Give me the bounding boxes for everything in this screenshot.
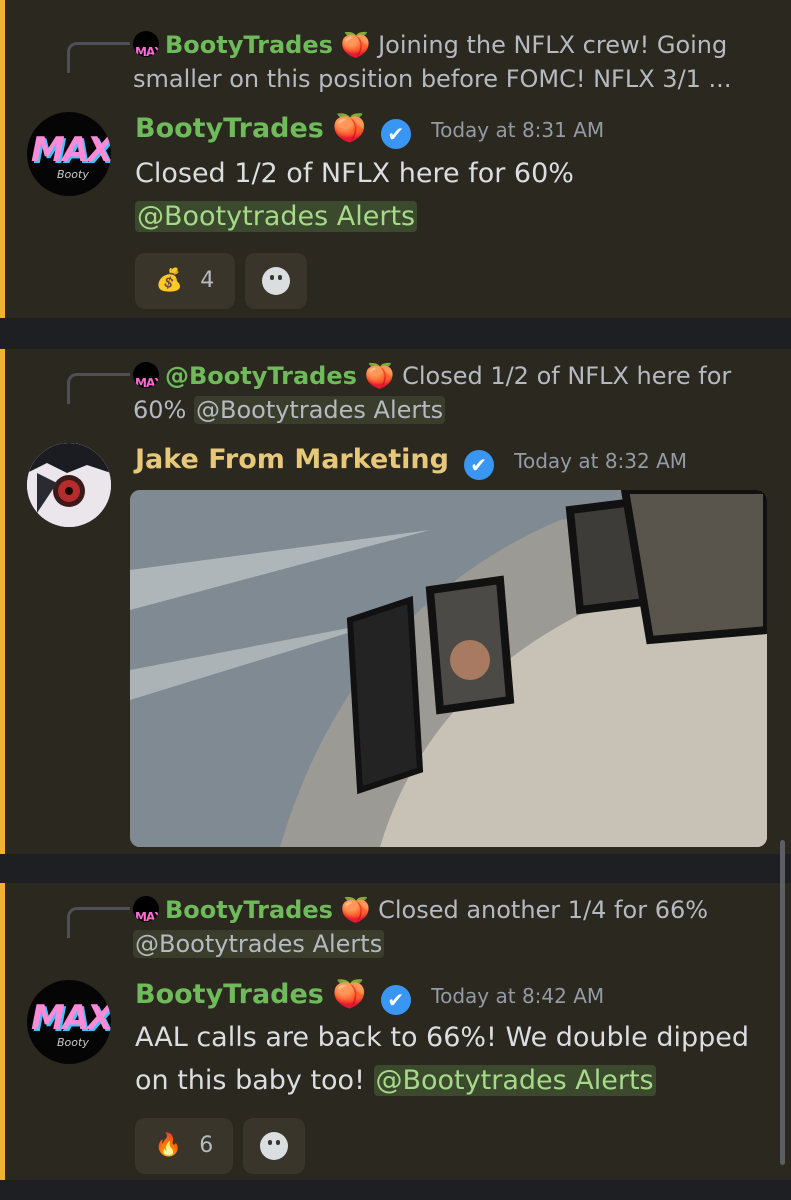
add-reaction-icon[interactable]	[243, 1118, 305, 1174]
reaction-count: 6	[199, 1133, 214, 1158]
reply-connector	[67, 373, 130, 404]
reply-author[interactable]: BootyTrades	[165, 31, 333, 59]
author-name[interactable]: Jake From Marketing	[135, 444, 449, 475]
reply-connector	[67, 42, 130, 73]
reply-emoji: 🍑	[340, 31, 371, 59]
reply-mention: @Bootytrades Alerts	[133, 930, 385, 958]
message-header: Jake From Marketing ✔ Today at 8:32 AM	[135, 443, 687, 480]
author-emoji: 🍑	[332, 979, 367, 1010]
author-emoji: 🍑	[332, 113, 367, 144]
avatar[interactable]: MAX Booty	[27, 112, 111, 196]
reaction-money-bag[interactable]: 💰 4	[135, 253, 235, 309]
timestamp: Today at 8:31 AM	[431, 118, 605, 142]
reply-preview[interactable]: MAX BootyTrades 🍑 Joining the NFLX crew! …	[133, 28, 763, 96]
avatar[interactable]	[27, 443, 111, 527]
reply-avatar: MAX	[133, 31, 159, 57]
verified-badge-icon: ✔	[380, 985, 411, 1015]
author-name[interactable]: BootyTrades	[135, 113, 324, 144]
reply-connector	[67, 907, 130, 938]
gif-attachment[interactable]	[130, 490, 767, 847]
fire-icon: 🔥	[154, 1133, 183, 1158]
reply-emoji: 🍑	[340, 896, 371, 924]
reply-preview[interactable]: MAX BootyTrades 🍑 Closed another 1/4 for …	[133, 893, 763, 961]
role-mention[interactable]: @Bootytrades Alerts	[135, 201, 418, 232]
author-name[interactable]: BootyTrades	[135, 979, 324, 1010]
reply-text: Closed another 1/4 for 66%	[378, 896, 709, 924]
reaction-fire[interactable]: 🔥 6	[135, 1118, 233, 1174]
message-header: BootyTrades 🍑 ✔ Today at 8:31 AM	[135, 112, 604, 149]
message-3[interactable]: MAX BootyTrades 🍑 Closed another 1/4 for …	[0, 883, 791, 1180]
reply-mention: @Bootytrades Alerts	[193, 396, 446, 424]
reply-text: Closed 1/2 of NFLX here for	[402, 362, 732, 390]
reply-avatar: MAX	[133, 362, 159, 388]
reaction-count: 4	[200, 268, 215, 293]
reply-avatar: MAX	[133, 896, 159, 922]
verified-badge-icon: ✔	[380, 119, 411, 149]
timestamp: Today at 8:32 AM	[514, 449, 688, 473]
message-1[interactable]: MAX BootyTrades 🍑 Joining the NFLX crew! …	[0, 0, 791, 318]
message-text: Closed 1/2 of NFLX here for 60%	[135, 158, 574, 189]
reply-emoji: 🍑	[364, 362, 395, 390]
timestamp: Today at 8:42 AM	[431, 984, 605, 1008]
reply-text-cont: 60%	[133, 396, 187, 424]
reply-author[interactable]: BootyTrades	[165, 896, 333, 924]
role-mention[interactable]: @Bootytrades Alerts	[373, 1065, 656, 1096]
avatar[interactable]: MAX Booty	[27, 980, 111, 1064]
message-body: AAL calls are back to 66%! We double dip…	[135, 1016, 765, 1102]
verified-badge-icon: ✔	[463, 450, 494, 480]
money-bag-icon: 💰	[155, 268, 184, 293]
add-reaction-icon[interactable]	[245, 253, 307, 309]
reply-author[interactable]: @BootyTrades	[165, 362, 357, 390]
scrollbar[interactable]	[780, 840, 785, 1165]
reply-preview[interactable]: MAX @BootyTrades 🍑 Closed 1/2 of NFLX her…	[133, 359, 763, 427]
message-header: BootyTrades 🍑 ✔ Today at 8:42 AM	[135, 978, 604, 1015]
message-body: Closed 1/2 of NFLX here for 60% @Bootytr…	[135, 152, 765, 238]
